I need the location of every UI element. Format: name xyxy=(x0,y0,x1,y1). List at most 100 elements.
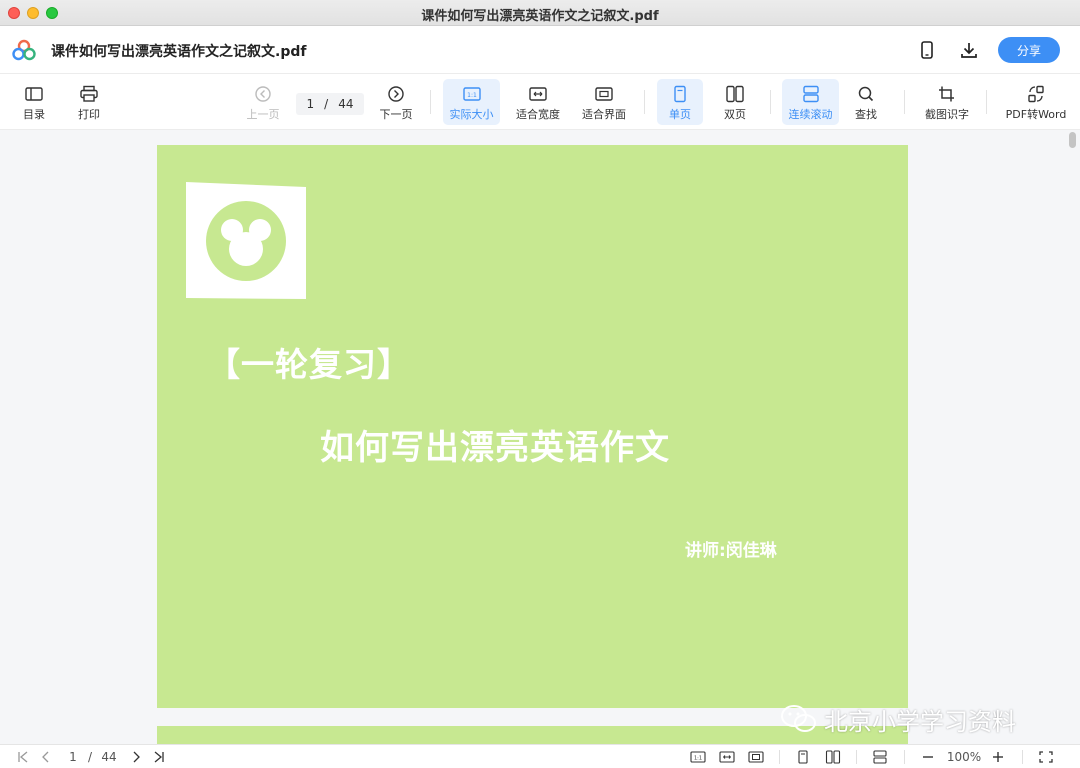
single-page-icon xyxy=(798,750,808,764)
toc-label: 目录 xyxy=(23,108,45,121)
status-divider xyxy=(856,750,857,764)
continuous-scroll-label: 连续滚动 xyxy=(788,108,833,121)
next-page-label: 下一页 xyxy=(379,108,413,121)
watermark-text: 北京小学学习资料 xyxy=(824,707,1016,736)
download-button[interactable] xyxy=(957,38,981,62)
double-page-icon xyxy=(726,85,744,103)
phone-icon xyxy=(921,41,933,59)
fit-window-icon xyxy=(748,751,764,763)
status-fit-window-button[interactable] xyxy=(746,748,766,766)
mobile-view-button[interactable] xyxy=(915,38,939,62)
share-button[interactable]: 分享 xyxy=(998,37,1060,63)
download-icon xyxy=(961,43,977,58)
status-total-pages: 44 xyxy=(101,750,117,764)
toc-button[interactable]: 目录 xyxy=(14,79,54,125)
first-page-icon xyxy=(18,751,28,763)
convert-icon xyxy=(1028,85,1044,103)
toolbar-divider xyxy=(430,90,431,114)
single-page-button[interactable]: 单页 xyxy=(657,79,703,125)
fit-window-button[interactable]: 适合界面 xyxy=(578,79,630,125)
svg-text:1:1: 1:1 xyxy=(694,756,702,762)
fit-width-icon xyxy=(719,751,735,763)
status-double-page-button[interactable] xyxy=(823,748,843,766)
search-icon xyxy=(858,86,874,102)
status-current-page[interactable]: 1 xyxy=(64,748,82,766)
crop-icon xyxy=(939,86,954,102)
document-heading: 【一轮复习】 xyxy=(207,345,411,384)
print-button[interactable]: 打印 xyxy=(69,79,109,125)
current-page: 1 xyxy=(306,97,315,111)
status-bar: 1 / 44 1:1 100% xyxy=(0,744,1080,768)
status-fit-width-button[interactable] xyxy=(717,748,737,766)
scrollbar-thumb[interactable] xyxy=(1069,132,1076,148)
vertical-scrollbar[interactable] xyxy=(1066,130,1080,744)
next-page-button[interactable]: 下一页 xyxy=(374,79,418,125)
total-pages: 44 xyxy=(338,97,354,111)
zoom-in-button[interactable] xyxy=(988,748,1008,766)
wechat-icon xyxy=(781,705,816,732)
status-divider xyxy=(904,750,905,764)
fullscreen-icon xyxy=(1039,751,1053,763)
fit-window-icon xyxy=(595,87,613,101)
actual-size-icon: 1:1 xyxy=(690,751,706,763)
chevron-right-icon xyxy=(133,751,140,763)
document-main-title: 如何写出漂亮英语作文 xyxy=(320,428,670,468)
page-separator: / xyxy=(324,97,329,111)
pdf-to-word-label: PDF转Word xyxy=(1005,108,1067,121)
fit-width-label: 适合宽度 xyxy=(516,108,560,121)
document-speaker: 讲师:闵佳琳 xyxy=(685,541,777,561)
double-page-icon xyxy=(825,750,841,764)
actual-size-label: 实际大小 xyxy=(449,108,494,121)
status-actual-size-button[interactable]: 1:1 xyxy=(688,748,708,766)
status-continuous-scroll-button[interactable] xyxy=(870,748,890,766)
pdf-page: 【一轮复习】 如何写出漂亮英语作文 讲师:闵佳琳 xyxy=(157,145,908,708)
double-page-button[interactable]: 双页 xyxy=(713,79,757,125)
screenshot-ocr-label: 截图识字 xyxy=(925,108,969,121)
fit-width-button[interactable]: 适合宽度 xyxy=(512,79,564,125)
app-logo-icon xyxy=(12,39,36,61)
last-page-button[interactable] xyxy=(150,748,168,766)
svg-text:1:1: 1:1 xyxy=(467,92,477,99)
find-label: 查找 xyxy=(855,108,877,121)
prev-page-small-button[interactable] xyxy=(38,748,54,766)
window-title: 课件如何写出漂亮英语作文之记叙文.pdf xyxy=(421,9,659,24)
print-label: 打印 xyxy=(78,108,100,121)
continuous-scroll-icon xyxy=(802,85,819,103)
title-bar: 课件如何写出漂亮英语作文之记叙文.pdf xyxy=(0,0,1080,26)
minus-icon xyxy=(923,756,933,758)
sidebar-icon xyxy=(25,87,43,101)
app-header: 课件如何写出漂亮英语作文之记叙文.pdf 分享 xyxy=(0,26,1080,74)
page-number-input[interactable]: 1 / 44 xyxy=(296,93,364,115)
app-window: 课件如何写出漂亮英语作文之记叙文.pdf 课件如何写出漂亮英语作文之记叙文.pd… xyxy=(0,0,1080,768)
status-page-separator: / xyxy=(87,750,93,764)
zoom-level[interactable]: 100% xyxy=(944,748,984,766)
toolbar-divider xyxy=(644,90,645,114)
plus-icon xyxy=(993,752,1003,762)
prev-page-button[interactable]: 上一页 xyxy=(241,79,285,125)
screenshot-ocr-button[interactable]: 截图识字 xyxy=(918,79,976,125)
chevron-left-circle-icon xyxy=(255,86,271,102)
last-page-icon xyxy=(154,751,164,763)
toolbar-divider xyxy=(986,90,987,114)
prev-page-label: 上一页 xyxy=(246,108,280,121)
actual-size-button[interactable]: 1:1 实际大小 xyxy=(443,79,500,125)
continuous-scroll-button[interactable]: 连续滚动 xyxy=(782,79,839,125)
pdf-to-word-button[interactable]: PDF转Word xyxy=(1000,79,1072,125)
printer-icon xyxy=(80,85,98,102)
double-page-label: 双页 xyxy=(724,108,746,121)
find-button[interactable]: 查找 xyxy=(846,79,886,125)
first-page-button[interactable] xyxy=(14,748,32,766)
toolbar: 目录 打印 上一页 下一页 1:1 实际大小 适合宽度 适合界面 单页 双页 连… xyxy=(0,74,1080,130)
fit-width-icon xyxy=(529,87,547,101)
document-title: 课件如何写出漂亮英语作文之记叙文.pdf xyxy=(51,44,307,60)
fullscreen-button[interactable] xyxy=(1036,748,1056,766)
zoom-out-button[interactable] xyxy=(918,748,938,766)
status-single-page-button[interactable] xyxy=(793,748,813,766)
single-page-label: 单页 xyxy=(669,108,691,121)
continuous-scroll-icon xyxy=(873,750,887,764)
single-page-icon xyxy=(674,85,686,103)
next-page-small-button[interactable] xyxy=(128,748,144,766)
document-viewport[interactable]: 【一轮复习】 如何写出漂亮英语作文 讲师:闵佳琳 xyxy=(0,130,1066,744)
toolbar-divider xyxy=(770,90,771,114)
status-divider xyxy=(779,750,780,764)
